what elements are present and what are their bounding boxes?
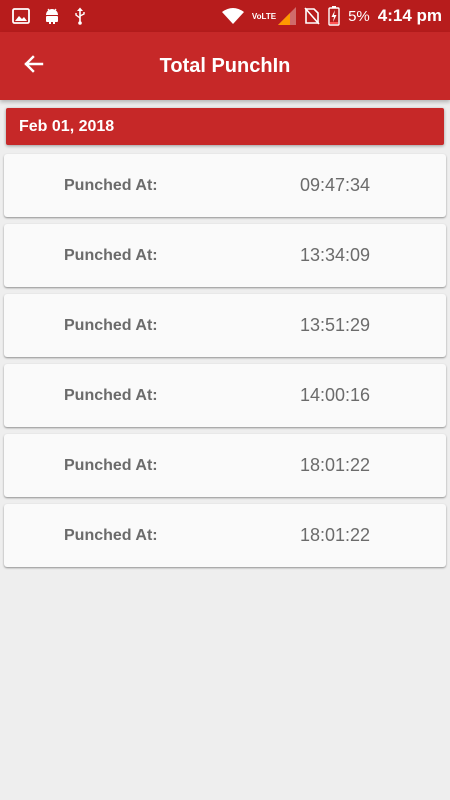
list-item[interactable]: Punched At: 13:51:29 bbox=[4, 294, 446, 357]
page-title: Total PunchIn bbox=[159, 54, 291, 77]
status-bar: VoLTE 5% 4:14 pm bbox=[0, 0, 450, 32]
gallery-icon bbox=[12, 8, 30, 24]
punch-label: Punched At: bbox=[64, 176, 158, 194]
punch-label: Punched At: bbox=[64, 526, 158, 544]
punch-time: 13:51:29 bbox=[300, 315, 371, 335]
punch-time: 14:00:16 bbox=[300, 385, 371, 405]
usb-icon bbox=[74, 7, 86, 25]
date-header: Feb 01, 2018 bbox=[6, 108, 444, 145]
punch-label: Punched At: bbox=[64, 456, 158, 474]
punch-label: Punched At: bbox=[64, 386, 158, 404]
list-item[interactable]: Punched At: 18:01:22 bbox=[4, 504, 446, 567]
punch-time: 09:47:34 bbox=[300, 175, 371, 195]
battery-charging-icon bbox=[328, 6, 340, 26]
punch-label: Punched At: bbox=[64, 316, 158, 334]
list-item[interactable]: Punched At: 18:01:22 bbox=[4, 434, 446, 497]
wifi-icon bbox=[221, 8, 244, 24]
status-time: 4:14 pm bbox=[377, 6, 442, 25]
battery-percent: 5% bbox=[348, 7, 370, 25]
status-system: VoLTE 5% 4:14 pm bbox=[214, 6, 442, 26]
app-bar: Total PunchIn bbox=[0, 32, 450, 100]
punch-time: 18:01:22 bbox=[300, 525, 371, 545]
network-label: VoLTE bbox=[251, 11, 277, 21]
list-item[interactable]: Punched At: 14:00:16 bbox=[4, 364, 446, 427]
no-sim-icon bbox=[304, 7, 320, 25]
android-icon bbox=[44, 7, 60, 25]
punch-time: 18:01:22 bbox=[300, 455, 371, 475]
status-notifications bbox=[12, 7, 100, 25]
list-item[interactable]: Punched At: 13:34:09 bbox=[4, 224, 446, 287]
list-item[interactable]: Punched At: 09:47:34 bbox=[4, 154, 446, 217]
signal-icon bbox=[278, 7, 297, 25]
punch-time: 13:34:09 bbox=[300, 245, 371, 265]
punch-label: Punched At: bbox=[64, 246, 158, 264]
punch-list: Punched At: 09:47:34 Punched At: 13:34:0… bbox=[4, 154, 446, 574]
